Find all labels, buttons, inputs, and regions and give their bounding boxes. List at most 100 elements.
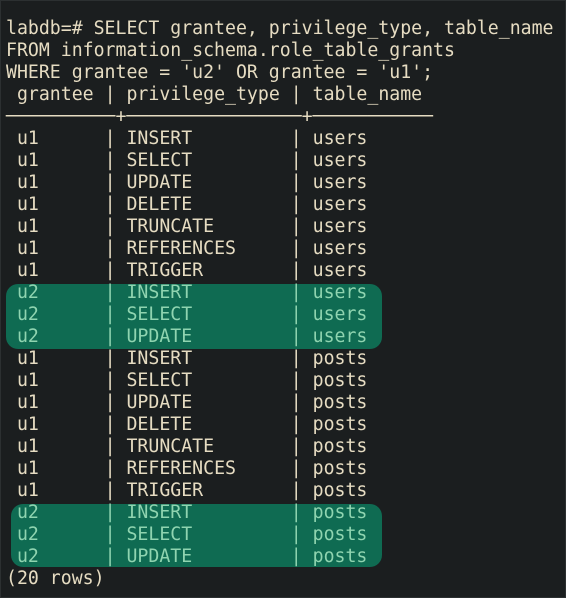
column-separator: |: [104, 84, 127, 105]
cell-table-name: posts: [312, 524, 368, 545]
cell-grantee: u1: [6, 348, 105, 369]
cell-grantee: u1: [6, 436, 105, 457]
table-row: u1 | INSERT | posts: [6, 348, 367, 370]
column-separator: |: [104, 348, 127, 369]
cell-privilege-type: TRIGGER: [126, 260, 291, 281]
cell-privilege-type: UPDATE: [126, 326, 291, 347]
cell-privilege-type: INSERT: [126, 282, 291, 303]
cell-table-name: users: [312, 260, 368, 281]
table-row: u2 | INSERT | posts: [6, 502, 367, 524]
column-separator: |: [290, 436, 313, 457]
table-row: u1 | TRIGGER | posts: [6, 480, 367, 502]
cell-privilege-type: UPDATE: [126, 392, 291, 413]
query-text: SELECT grantee, privilege_type, table_na…: [93, 18, 554, 39]
cell-table-name: posts: [312, 370, 368, 391]
column-separator: |: [104, 392, 127, 413]
column-separator: |: [290, 502, 313, 523]
terminal-window[interactable]: labdb=# SELECT grantee, privilege_type, …: [0, 0, 566, 598]
cell-grantee: u1: [6, 150, 105, 171]
column-separator: |: [104, 458, 127, 479]
column-separator: |: [290, 524, 313, 545]
cell-grantee: u1: [6, 414, 105, 435]
cell-table-name: users: [312, 326, 368, 347]
cell-table-name: users: [312, 128, 368, 149]
table-row: u1 | SELECT | users: [6, 150, 367, 172]
query-line: WHERE grantee = 'u2' OR grantee = 'u1';: [6, 62, 433, 84]
cell-privilege-type: REFERENCES: [126, 238, 291, 259]
cell-grantee: u2: [6, 282, 105, 303]
column-separator: |: [104, 150, 127, 171]
table-row: u1 | UPDATE | posts: [6, 392, 367, 414]
column-separator: |: [104, 414, 127, 435]
column-separator: |: [290, 546, 313, 567]
cell-grantee: u2: [6, 304, 105, 325]
cell-grantee: u2: [6, 326, 105, 347]
cell-privilege-type: REFERENCES: [126, 458, 291, 479]
cell-privilege-type: TRUNCATE: [126, 436, 291, 457]
cell-table-name: posts: [312, 458, 368, 479]
column-separator: |: [290, 304, 313, 325]
column-separator: |: [290, 370, 313, 391]
cell-grantee: u1: [6, 128, 105, 149]
column-separator: |: [104, 304, 127, 325]
cell-privilege-type: TRUNCATE: [126, 216, 291, 237]
cell-privilege-type: SELECT: [126, 370, 291, 391]
cell-table-name: posts: [312, 392, 368, 413]
table-row: u1 | REFERENCES | users: [6, 238, 367, 260]
cell-table-name: posts: [312, 436, 368, 457]
column-separator: |: [290, 172, 313, 193]
column-separator: |: [290, 238, 313, 259]
column-separator: |: [104, 546, 127, 567]
query-text: WHERE grantee = 'u2' OR grantee = 'u1';: [6, 62, 434, 83]
cell-privilege-type: SELECT: [126, 304, 291, 325]
cell-grantee: u1: [6, 216, 105, 237]
cell-table-name: posts: [312, 502, 368, 523]
cell-privilege-type: SELECT: [126, 524, 291, 545]
header-rule: ──────────+────────────────+───────────: [6, 106, 434, 127]
column-separator: |: [104, 502, 127, 523]
query-text: FROM information_schema.role_table_grant…: [6, 40, 455, 61]
cell-privilege-type: INSERT: [126, 128, 291, 149]
column-separator: |: [290, 150, 313, 171]
prompt: labdb=#: [6, 18, 94, 39]
column-separator: |: [290, 84, 313, 105]
cell-table-name: users: [312, 304, 368, 325]
column-separator: |: [290, 128, 313, 149]
table-row: u2 | INSERT | users: [6, 282, 367, 304]
row-count-text: (20 rows): [6, 568, 105, 589]
cell-privilege-type: INSERT: [126, 502, 291, 523]
table-row: u1 | SELECT | posts: [6, 370, 367, 392]
column-header: table_name: [312, 84, 423, 105]
cell-grantee: u1: [6, 238, 105, 259]
column-separator: |: [290, 458, 313, 479]
column-separator: |: [104, 370, 127, 391]
table-row: u1 | TRIGGER | users: [6, 260, 367, 282]
column-separator: |: [290, 392, 313, 413]
table-row: u1 | UPDATE | users: [6, 172, 367, 194]
column-separator: |: [104, 238, 127, 259]
column-separator: |: [290, 260, 313, 281]
cell-privilege-type: INSERT: [126, 348, 291, 369]
table-row: u1 | DELETE | users: [6, 194, 367, 216]
cell-table-name: users: [312, 238, 368, 259]
cell-table-name: users: [312, 216, 368, 237]
column-separator: |: [104, 260, 127, 281]
cell-table-name: posts: [312, 414, 368, 435]
column-separator: |: [290, 348, 313, 369]
table-row: u2 | SELECT | posts: [6, 524, 367, 546]
table-row: u2 | SELECT | users: [6, 304, 367, 326]
column-header: privilege_type: [126, 84, 291, 105]
result-header: grantee | privilege_type | table_name: [6, 84, 422, 106]
column-separator: |: [290, 414, 313, 435]
cell-table-name: posts: [312, 480, 368, 501]
cell-table-name: users: [312, 282, 368, 303]
cell-privilege-type: DELETE: [126, 194, 291, 215]
cell-grantee: u1: [6, 480, 105, 501]
cell-table-name: users: [312, 194, 368, 215]
cell-privilege-type: UPDATE: [126, 172, 291, 193]
cell-grantee: u1: [6, 392, 105, 413]
table-row: u1 | REFERENCES | posts: [6, 458, 367, 480]
column-separator: |: [104, 216, 127, 237]
cell-table-name: users: [312, 150, 368, 171]
row-count: (20 rows): [6, 568, 105, 590]
